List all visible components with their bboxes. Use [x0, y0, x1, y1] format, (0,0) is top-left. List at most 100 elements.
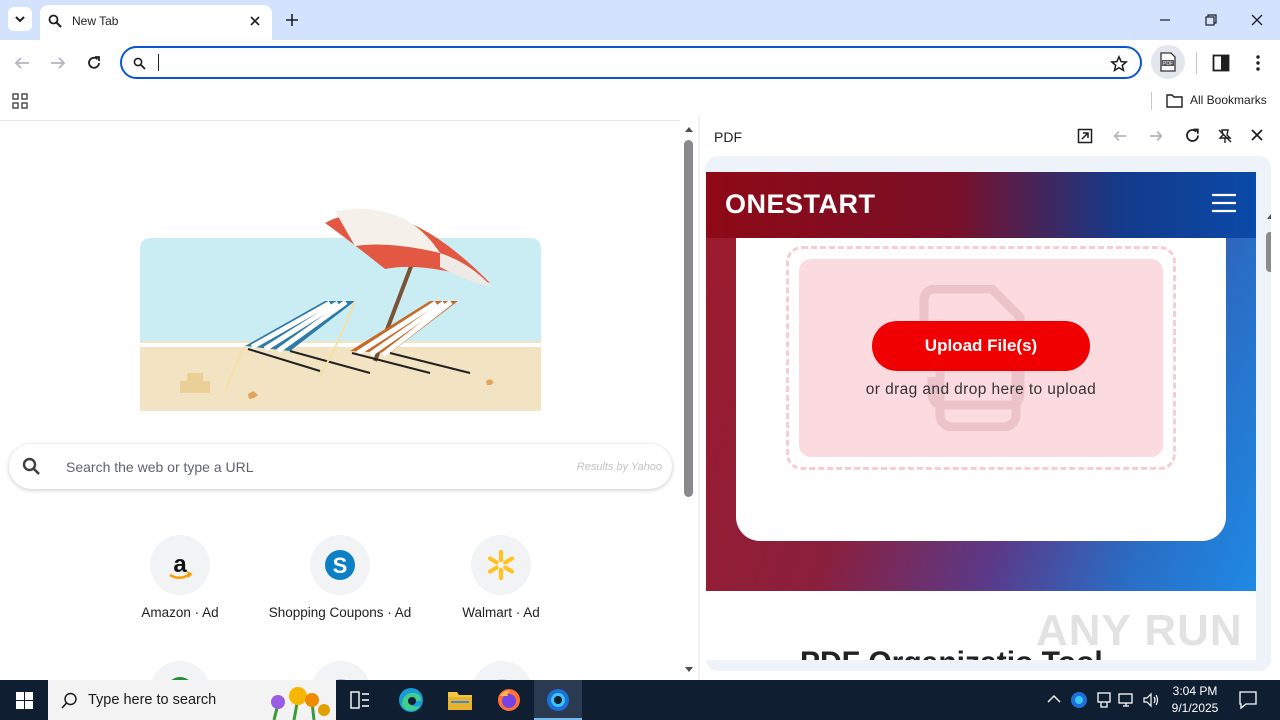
minimize-icon[interactable]	[1158, 13, 1172, 27]
firefox-icon[interactable]	[496, 687, 522, 713]
watermark: ANY RUN	[1036, 606, 1243, 655]
search-provider-label: Results by Yahoo	[576, 461, 662, 473]
bookmarks-bar: All Bookmarks	[0, 86, 1280, 116]
forward-arrow-icon[interactable]	[49, 55, 67, 71]
tile-label: Shopping Coupons · Ad	[268, 605, 412, 620]
taskbar: Type here to search 3:04 PM 9/1/2025	[0, 680, 1280, 720]
address-bar[interactable]	[120, 46, 1142, 79]
clock-time: 3:04 PM	[1172, 684, 1218, 698]
reload-icon[interactable]	[85, 54, 103, 72]
tab-new-tab[interactable]: New Tab	[40, 5, 272, 40]
svg-text:S: S	[333, 553, 348, 578]
purple-app-icon	[336, 679, 346, 680]
onestart-browser-icon	[547, 689, 569, 711]
panel-back-icon[interactable]	[1112, 128, 1128, 144]
upload-card: Upload File(s) or drag and drop here to …	[736, 238, 1226, 541]
page-scrollbar[interactable]	[680, 120, 698, 680]
site-header: ONESTART	[706, 172, 1256, 238]
panel-forward-icon[interactable]	[1148, 128, 1164, 144]
taskbar-search-placeholder: Type here to search	[88, 692, 217, 708]
walmart-icon	[471, 535, 531, 595]
drag-drop-hint: or drag and drop here to upload	[865, 381, 1097, 398]
flowers-decoration-icon	[271, 687, 330, 720]
pdf-file-icon: PDF	[1160, 52, 1176, 72]
volume-icon[interactable]	[1142, 692, 1160, 708]
blue-app-icon	[497, 679, 507, 680]
network-icon[interactable]	[1118, 692, 1136, 708]
restore-icon[interactable]	[1204, 13, 1218, 27]
hamburger-menu-icon[interactable]	[1211, 193, 1237, 213]
taskbar-clock[interactable]: 3:04 PM 9/1/2025	[1166, 683, 1224, 717]
text-caret	[158, 54, 159, 71]
menu-dots-icon[interactable]	[1255, 54, 1261, 72]
upload-files-button[interactable]: Upload File(s)	[872, 321, 1090, 371]
scroll-up-arrow-icon[interactable]	[683, 125, 695, 133]
onestart-webpage: ONESTART Upload File(s) or drag and drop…	[706, 172, 1256, 660]
tab-title: New Tab	[72, 14, 119, 28]
onestart-tray-icon[interactable]	[1070, 691, 1088, 709]
search-icon	[22, 457, 40, 475]
shortcut-tile-partial[interactable]	[311, 661, 371, 680]
amazon-icon: a	[150, 535, 210, 595]
bookmark-star-icon[interactable]	[1110, 55, 1128, 73]
notification-center-icon[interactable]	[1238, 690, 1258, 710]
tile-label: Amazon · Ad	[141, 605, 219, 620]
drop-zone[interactable]: Upload File(s) or drag and drop here to …	[786, 246, 1176, 470]
toolbar-separator	[1196, 52, 1197, 74]
taskbar-search-box[interactable]: Type here to search	[48, 680, 336, 720]
new-tab-search-box[interactable]: Search the web or type a URL Results by …	[9, 444, 672, 489]
panel-scrollbar[interactable]	[1263, 212, 1271, 671]
unpin-icon[interactable]	[1217, 128, 1233, 144]
chevron-down-icon	[15, 16, 25, 23]
taskbar-active-app[interactable]	[534, 680, 582, 720]
scroll-thumb[interactable]	[1266, 232, 1271, 272]
tile-label: Walmart · Ad	[462, 605, 540, 620]
search-icon	[61, 692, 77, 709]
folder-icon[interactable]	[1166, 93, 1183, 108]
panel-reload-icon[interactable]	[1184, 127, 1201, 144]
title-bar: New Tab	[0, 0, 1280, 40]
back-arrow-icon[interactable]	[13, 55, 31, 71]
new-tab-plus-icon[interactable]	[284, 12, 300, 28]
panel-close-icon[interactable]	[1250, 128, 1264, 142]
svg-text:a: a	[173, 551, 187, 578]
close-icon[interactable]	[248, 14, 262, 28]
search-icon	[48, 14, 62, 28]
device-tray-icon[interactable]	[1096, 691, 1112, 709]
scroll-down-arrow-icon[interactable]	[683, 666, 695, 674]
open-in-new-tab-icon[interactable]	[1077, 128, 1093, 144]
file-explorer-icon[interactable]	[447, 688, 473, 712]
bookmarks-separator	[1151, 92, 1152, 110]
clock-date: 9/1/2025	[1171, 701, 1219, 715]
upload-hero: Upload File(s) or drag and drop here to …	[706, 238, 1256, 591]
windows-start-icon[interactable]	[16, 692, 33, 709]
scroll-thumb[interactable]	[684, 140, 693, 497]
green-app-icon	[171, 677, 189, 680]
search-icon	[133, 57, 146, 70]
side-panel-icon[interactable]	[1212, 54, 1230, 72]
site-logo[interactable]: ONESTART	[725, 189, 876, 220]
window-close-icon[interactable]	[1250, 13, 1264, 27]
scroll-up-arrow-icon[interactable]	[1266, 212, 1271, 220]
apps-grid-icon[interactable]	[12, 93, 28, 109]
shortcut-tile-amazon[interactable]: a Amazon · Ad	[100, 535, 260, 635]
side-panel: PDF ONESTART Upload File(s) or drag and …	[700, 116, 1280, 680]
new-tab-page: Search the web or type a URL Results by …	[0, 120, 698, 680]
drop-zone-inner: Upload File(s) or drag and drop here to …	[799, 259, 1163, 457]
all-bookmarks-link[interactable]: All Bookmarks	[1190, 93, 1267, 107]
pdf-extension-button[interactable]: PDF	[1151, 45, 1185, 79]
toolbar: PDF	[0, 40, 1280, 86]
svg-text:PDF: PDF	[1163, 61, 1173, 67]
search-placeholder: Search the web or type a URL	[66, 459, 254, 475]
edge-browser-icon[interactable]	[397, 686, 425, 714]
shortcut-tile-walmart[interactable]: Walmart · Ad	[421, 535, 581, 635]
tab-search-button[interactable]	[8, 7, 32, 31]
beach-illustration	[140, 208, 541, 411]
shortcut-tile-shopping-coupons[interactable]: S Shopping Coupons · Ad	[260, 535, 420, 635]
side-panel-title: PDF	[714, 129, 742, 145]
side-panel-content: ONESTART Upload File(s) or drag and drop…	[706, 156, 1271, 671]
task-view-icon[interactable]	[350, 691, 370, 709]
tray-chevron-up-icon[interactable]	[1047, 694, 1061, 704]
shortcut-tile-partial[interactable]	[150, 661, 210, 680]
shortcut-tile-partial[interactable]	[472, 661, 532, 680]
